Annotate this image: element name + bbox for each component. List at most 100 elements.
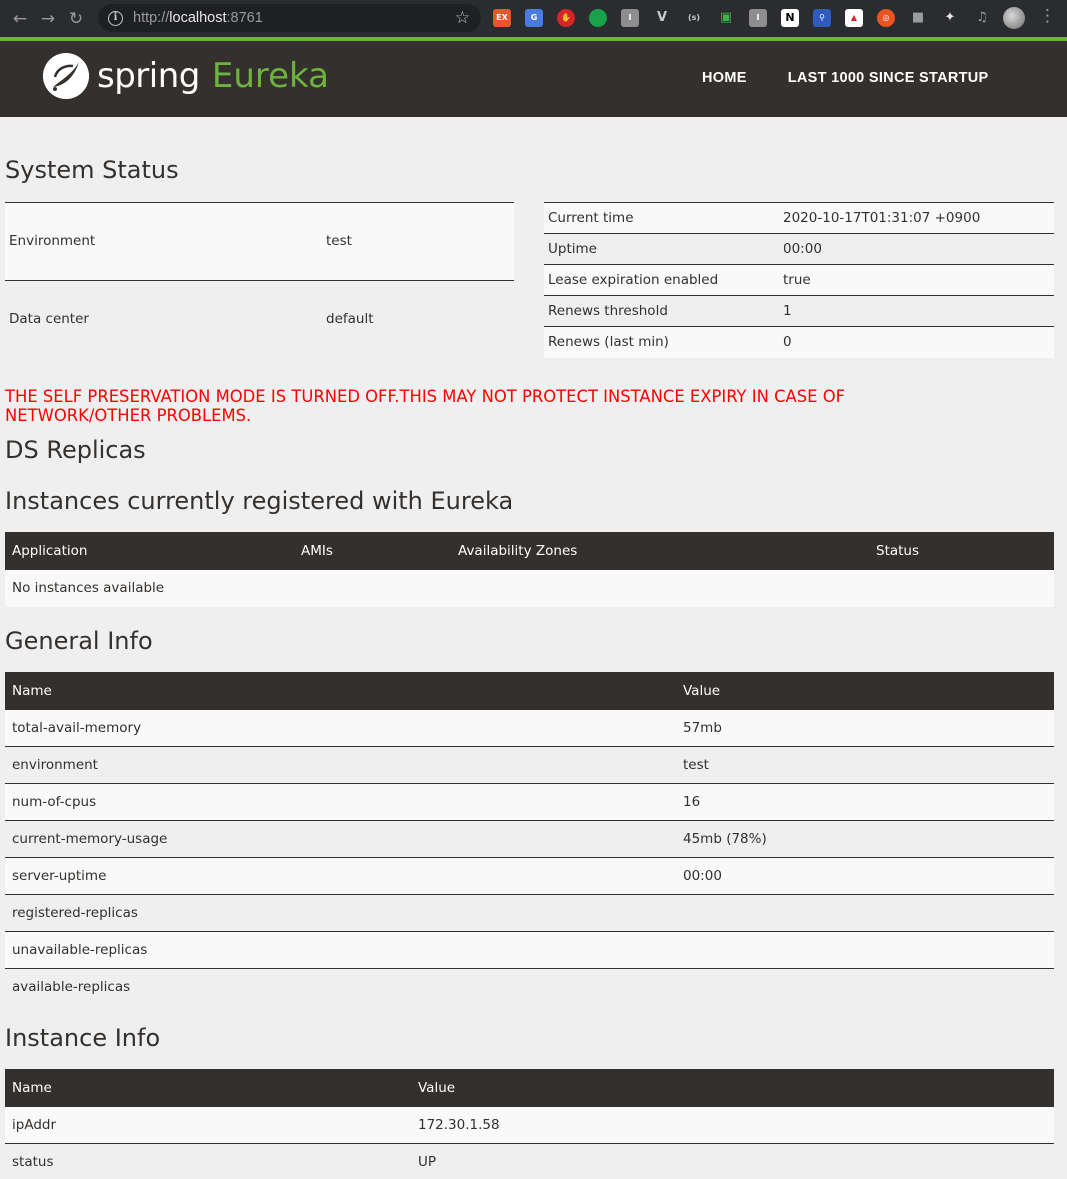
status-row: Uptime 00:00 [544,233,1054,265]
status-key: Current time [544,202,779,234]
table-row: num-of-cpus 16 [5,783,1054,821]
adblock-icon[interactable]: ✋ [557,9,575,27]
status-row: Renews threshold 1 [544,295,1054,327]
ds-replicas-heading: DS Replicas [5,435,146,464]
info-icon[interactable]: i [108,10,123,26]
table-row: status UP [5,1143,1054,1179]
instapaper-icon[interactable]: I [749,9,767,27]
general-info-heading: General Info [5,626,153,655]
crop-icon[interactable]: ▣ [717,9,735,27]
row-value [676,931,1054,969]
row-value: UP [411,1143,1054,1179]
instance-info-table: Name Value ipAddr 172.30.1.58 status UP [5,1068,1054,1179]
eureka-navbar: spring Eureka HOME LAST 1000 SINCE START… [0,37,1067,117]
row-name: status [5,1143,411,1179]
row-value: 45mb (78%) [676,820,1054,858]
reload-icon[interactable]: ↻ [62,9,90,29]
general-info-header-row: Name Value [5,671,1054,710]
instances-heading: Instances currently registered with Eure… [5,486,514,515]
warning-line-1: THE SELF PRESERVATION MODE IS TURNED OFF… [5,386,846,406]
status-value: 2020-10-17T01:31:07 +0900 [779,202,1054,234]
column-header-availability-zones: Availability Zones [451,531,869,570]
reader-icon[interactable]: I [621,9,639,27]
status-key: Data center [5,279,322,358]
profile-avatar[interactable] [1003,7,1025,29]
status-row: Current time 2020-10-17T01:31:07 +0900 [544,202,1054,234]
address-bar[interactable]: i http://localhost:8761 ☆ [98,4,481,32]
status-value: test [322,202,514,280]
status-value: 0 [779,326,1054,358]
status-row: Data center default [5,279,514,358]
instances-header-row: Application AMIs Availability Zones Stat… [5,531,1054,570]
row-name: registered-replicas [5,894,676,932]
translate-icon[interactable]: G [525,9,543,27]
url-port: :8761 [226,10,263,26]
spring-logo-icon [43,53,89,99]
instances-table: Application AMIs Availability Zones Stat… [5,531,1054,607]
nav-last-1000[interactable]: LAST 1000 SINCE STARTUP [788,70,989,86]
table-row: ipAddr 172.30.1.58 [5,1106,1054,1144]
nav-home[interactable]: HOME [702,70,747,86]
column-header-amis: AMIs [294,531,451,570]
row-value [676,894,1054,932]
ex-icon[interactable]: EX [493,9,511,27]
evernote-icon[interactable] [589,9,607,27]
bookmark-star-icon[interactable]: ☆ [455,8,470,28]
status-value: 00:00 [779,233,1054,265]
system-status-right-table: Current time 2020-10-17T01:31:07 +0900 Upt… [544,202,1054,358]
row-name: current-memory-usage [5,820,676,858]
row-name: total-avail-memory [5,709,676,747]
no-instances-text: No instances available [5,569,1054,607]
zoom-icon[interactable]: ⚲ [813,9,831,27]
menu-kebab-icon[interactable]: ⋮ [1039,6,1056,26]
sigma-icon[interactable]: (s) [685,9,703,27]
table-row: unavailable-replicas [5,931,1054,969]
table-row: total-avail-memory 57mb [5,709,1054,747]
instance-info-heading: Instance Info [5,1023,161,1052]
row-name: num-of-cpus [5,783,676,821]
warning-line-2: NETWORK/OTHER PROBLEMS. [5,405,252,425]
row-value: 172.30.1.58 [411,1106,1054,1144]
media-icon[interactable]: ♫ [973,9,991,27]
brand[interactable]: spring Eureka [43,53,329,99]
system-status-tables: Environment test Data center default Curren… [5,202,1054,358]
table-row: available-replicas [5,968,1054,1006]
status-row: Renews (last min) 0 [544,326,1054,358]
status-key: Renews (last min) [544,326,779,358]
cube-icon[interactable]: ■ [909,9,927,27]
back-icon[interactable]: ← [6,9,34,29]
instance-info-header-row: Name Value [5,1068,1054,1107]
status-key: Lease expiration enabled [544,264,779,296]
table-row: current-memory-usage 45mb (78%) [5,820,1054,858]
row-value: 57mb [676,709,1054,747]
row-value: 16 [676,783,1054,821]
column-header-name: Name [5,671,676,710]
notion-icon[interactable]: N [781,9,799,27]
status-key: Uptime [544,233,779,265]
table-row: server-uptime 00:00 [5,857,1054,895]
puzzle-icon[interactable]: ✦ [941,9,959,27]
brand-spring: spring [97,56,200,96]
system-status-heading: System Status [5,156,179,184]
column-header-value: Value [411,1068,1054,1107]
column-header-status: Status [869,531,1054,570]
colorzilla-icon[interactable]: ▲ [845,9,863,27]
row-value: test [676,746,1054,784]
vivaldi-icon[interactable]: V [653,9,671,27]
url-text[interactable]: http://localhost:8761 [133,10,263,26]
status-value: true [779,264,1054,296]
row-name: environment [5,746,676,784]
row-name: server-uptime [5,857,676,895]
system-status-left-table: Environment test Data center default [5,202,514,358]
column-header-application: Application [5,531,294,570]
brand-eureka: Eureka [211,56,329,96]
status-row: Lease expiration enabled true [544,264,1054,296]
row-name: ipAddr [5,1106,411,1144]
browser-nav: ← → ↻ [0,9,96,29]
ubuntu-icon[interactable]: ◎ [877,9,895,27]
row-value: 00:00 [676,857,1054,895]
forward-icon[interactable]: → [34,9,62,29]
table-row: No instances available [5,569,1054,607]
table-row: environment test [5,746,1054,784]
status-row: Environment test [5,202,514,280]
